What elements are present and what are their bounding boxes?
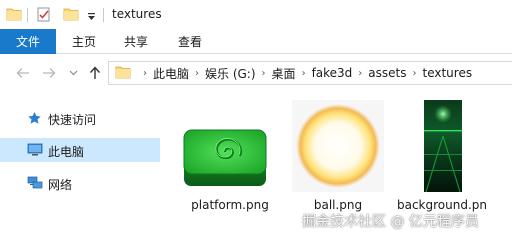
toolbar-divider: [27, 8, 28, 22]
sidebar-item-this-pc[interactable]: 此电脑: [0, 138, 160, 162]
tab-view[interactable]: 查看: [178, 29, 202, 54]
watermark: 掘金技术社区 @ 亿元程序员: [302, 214, 479, 230]
file-item[interactable]: platform.png: [178, 92, 282, 240]
ball-thumbnail: [286, 100, 390, 192]
breadcrumb-assets[interactable]: assets: [368, 66, 406, 80]
chevron-right-icon[interactable]: ›: [262, 68, 266, 79]
file-name: ball.png: [313, 198, 363, 212]
chevron-right-icon[interactable]: ›: [358, 68, 362, 79]
customize-toolbar-icon[interactable]: [87, 10, 96, 24]
sidebar-item-quick-access[interactable]: 快速访问: [0, 106, 160, 130]
breadcrumb-this-pc[interactable]: 此电脑: [153, 65, 189, 82]
toolbar-divider: [103, 8, 104, 22]
forward-button[interactable]: [40, 64, 58, 82]
recent-locations-button[interactable]: [64, 64, 82, 82]
ribbon: 文件 主页 共享 查看: [0, 29, 512, 54]
title-bar: textures: [0, 0, 512, 29]
folder-icon[interactable]: [6, 7, 22, 24]
properties-icon[interactable]: [37, 7, 51, 25]
sidebar-item-label: 快速访问: [48, 113, 97, 127]
tab-home[interactable]: 主页: [72, 29, 96, 54]
back-button[interactable]: [14, 64, 32, 82]
chevron-right-icon[interactable]: ›: [195, 68, 199, 79]
chevron-right-icon[interactable]: ›: [413, 68, 417, 79]
sidebar-item-network[interactable]: 网络: [0, 171, 160, 195]
tab-file[interactable]: 文件: [0, 29, 56, 54]
arrow-left-icon: [16, 68, 29, 78]
chevron-right-icon[interactable]: ›: [143, 68, 147, 79]
star-icon: [27, 111, 42, 129]
breadcrumb-desktop[interactable]: 桌面: [272, 65, 296, 82]
breadcrumb-fake3d[interactable]: fake3d: [312, 66, 353, 80]
navigation-pane: 快速访问 此电脑 网络: [0, 92, 160, 240]
arrow-right-icon: [43, 68, 56, 78]
breadcrumb-drive[interactable]: 娱乐 (G:): [205, 65, 256, 82]
platform-thumbnail: [178, 128, 282, 190]
breadcrumb-textures[interactable]: textures: [423, 66, 473, 80]
chevron-right-icon[interactable]: ›: [302, 68, 306, 79]
new-folder-icon[interactable]: [63, 7, 79, 24]
network-icon: [27, 176, 43, 193]
chevron-down-icon: [69, 70, 77, 76]
computer-icon: [27, 143, 43, 160]
address-bar[interactable]: › 此电脑 › 娱乐 (G:) › 桌面 › fake3d › assets ›…: [108, 61, 512, 85]
sidebar-item-label: 网络: [48, 178, 73, 192]
file-name: background.pn: [396, 198, 487, 212]
navigation-bar: › 此电脑 › 娱乐 (G:) › 桌面 › fake3d › assets ›…: [0, 54, 512, 92]
sidebar-item-label: 此电脑: [48, 145, 85, 159]
folder-icon: [115, 65, 131, 82]
arrow-up-icon: [89, 66, 101, 79]
background-thumbnail: [390, 100, 494, 193]
window-title: textures: [112, 7, 162, 21]
file-name: platform.png: [191, 198, 269, 212]
up-button[interactable]: [86, 64, 104, 82]
tab-share[interactable]: 共享: [124, 29, 148, 54]
